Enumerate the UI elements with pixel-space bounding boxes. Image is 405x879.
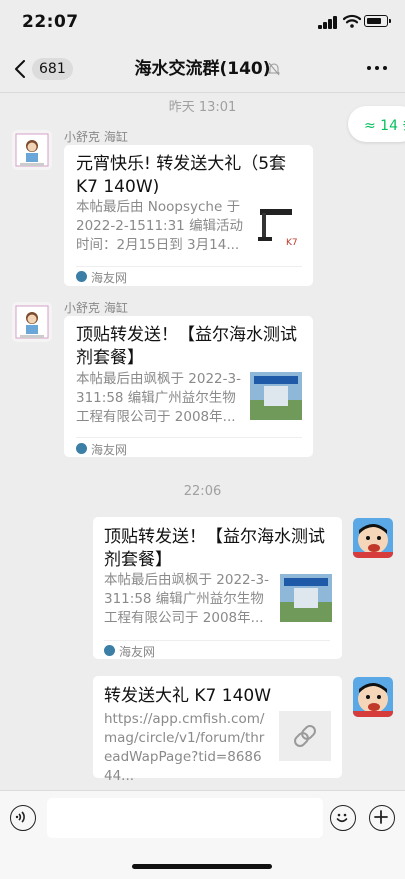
sender-avatar[interactable] (12, 130, 52, 170)
card-thumbnail (280, 574, 332, 622)
card-description: 本帖最后由 Noopsyche 于 2022-2-1511:31 编辑活动时间：… (76, 199, 244, 253)
card-title: 转发送大礼 K7 140W (104, 686, 272, 706)
nav-divider (0, 92, 405, 93)
link-icon (279, 711, 331, 761)
signal-icon (318, 16, 338, 29)
emoji-icon[interactable] (330, 805, 356, 831)
thumb-label: K7 (286, 238, 298, 248)
sender-name: 小舒克 海缸 (64, 130, 128, 144)
card-divider (104, 640, 330, 641)
status-time: 22:07 (22, 12, 79, 32)
card-source: 海友网 (91, 271, 128, 285)
self-avatar[interactable] (353, 518, 393, 558)
card-divider (76, 266, 302, 267)
sender-name: 小舒克 海缸 (64, 301, 128, 315)
unread-count-badge[interactable]: 681 (32, 58, 73, 80)
card-description: https://app.cmfish.com/mag/circle/v1/for… (104, 711, 265, 784)
card-title: 顶贴转发送！【益尔海水测试剂套餐】 (104, 527, 325, 570)
self-avatar[interactable] (353, 677, 393, 717)
home-indicator (132, 864, 272, 869)
card-source: 海友网 (119, 645, 156, 659)
card-thumbnail (250, 372, 302, 420)
card-title: 元宵快乐! 转发送大礼（5套K7 140W) (76, 154, 287, 197)
ellipsis-icon[interactable] (367, 66, 387, 72)
bell-slash-icon (268, 62, 280, 76)
card-source: 海友网 (91, 443, 128, 457)
timestamp: 昨天 13:01 (168, 100, 237, 115)
chevron-left-icon[interactable] (14, 60, 26, 78)
voice-icon[interactable] (10, 805, 36, 831)
sender-avatar[interactable] (12, 302, 52, 342)
timestamp: 22:06 (183, 484, 222, 499)
haiyou-logo-icon (104, 645, 115, 656)
plus-icon[interactable] (369, 805, 395, 831)
card-title: 顶贴转发送！【益尔海水测试剂套餐】 (76, 325, 297, 368)
card-description: 本帖最后由飒枫于 2022-3-311:58 编辑广州益尔生物工程有限公司于 2… (76, 371, 241, 425)
card-divider (76, 437, 302, 438)
battery-icon (364, 15, 388, 27)
haiyou-logo-icon (76, 443, 87, 454)
new-messages-label[interactable]: ≈ 14 条 (364, 115, 405, 135)
haiyou-logo-icon (76, 271, 87, 282)
wifi-icon (343, 14, 361, 28)
battery-cap (389, 19, 391, 23)
card-description: 本帖最后由飒枫于 2022-3-311:58 编辑广州益尔生物工程有限公司于 2… (104, 572, 269, 626)
message-input[interactable] (47, 798, 323, 838)
card-thumbnail: K7 (250, 203, 302, 251)
